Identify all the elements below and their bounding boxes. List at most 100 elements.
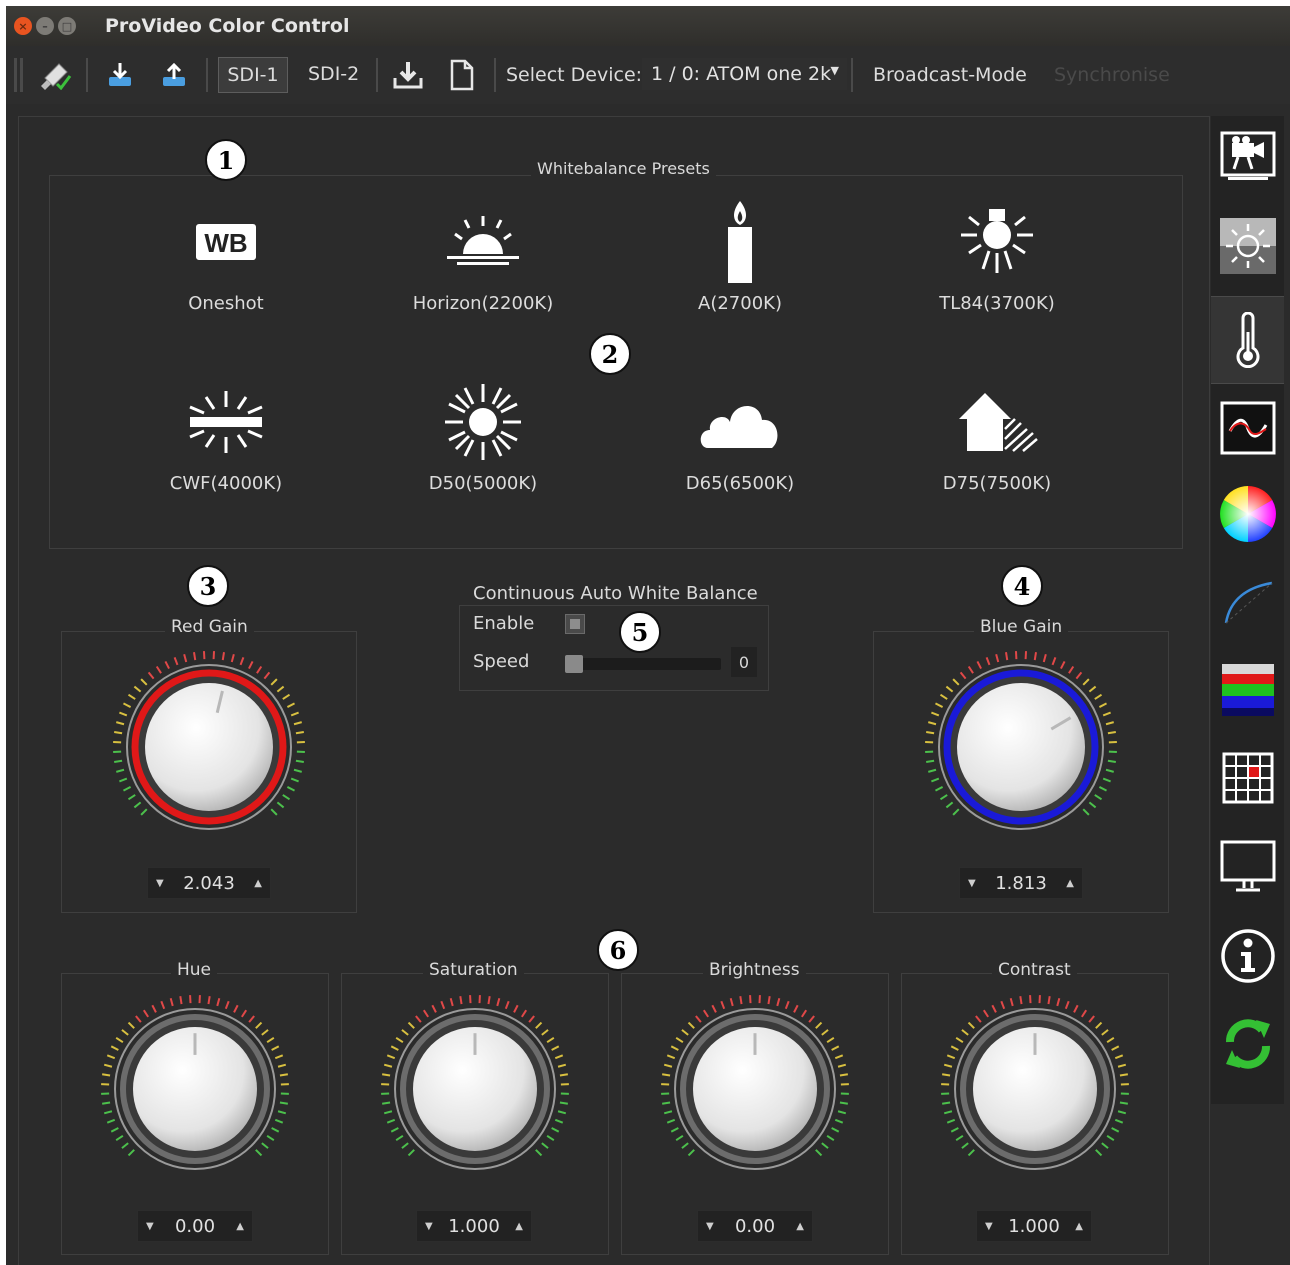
knob-tick (943, 1063, 953, 1068)
decrement-icon[interactable]: ▼ (985, 1221, 993, 1232)
increment-icon[interactable]: ▲ (254, 878, 262, 889)
toolbar-separator (206, 58, 208, 92)
preset-oneshot[interactable]: WB Oneshot (126, 197, 326, 314)
preset-label: D75(7500K) (942, 473, 1052, 494)
knob-body[interactable] (145, 683, 273, 811)
saturation-spinbox[interactable]: ▼ 1.000 ▲ (416, 1210, 532, 1242)
knob-tick (546, 1135, 555, 1142)
new-file-icon[interactable] (446, 58, 478, 92)
window-title: ProVideo Color Control (105, 15, 350, 37)
info-icon[interactable] (1211, 916, 1284, 996)
device-select[interactable]: 1 / 0: ATOM one 2k ▼ (642, 58, 847, 90)
grid-icon[interactable] (1211, 738, 1284, 818)
increment-icon[interactable]: ▲ (515, 1221, 523, 1232)
brightness-icon[interactable] (1211, 206, 1284, 286)
preset-horizon-2200k[interactable]: Horizon(2200K) (383, 197, 583, 314)
knob-tick (279, 1101, 288, 1105)
preset-d75-7500k[interactable]: D75(7500K) (897, 377, 1097, 494)
contrast-spinbox[interactable]: ▼ 1.000 ▲ (976, 1210, 1092, 1242)
knob-tick (133, 801, 142, 809)
decrement-icon[interactable]: ▼ (706, 1221, 714, 1232)
knob-tick (102, 1101, 111, 1105)
sdi-1-button[interactable]: SDI-1 (218, 57, 288, 93)
knob-tick (155, 665, 162, 674)
knob-tick (207, 996, 211, 1005)
hue-knob[interactable] (97, 991, 293, 1191)
knob-dial[interactable] (377, 991, 573, 1187)
sdi-2-button[interactable]: SDI-2 (308, 63, 359, 85)
preset-d50-5000k[interactable]: D50(5000K) (383, 377, 583, 494)
red-gain-value[interactable]: 2.043 (183, 873, 235, 894)
blue-gain-spinbox[interactable]: ▼ 1.813 ▲ (959, 867, 1083, 899)
increment-icon[interactable]: ▲ (236, 1221, 244, 1232)
increment-icon[interactable]: ▲ (1075, 1221, 1083, 1232)
enable-checkbox[interactable] (565, 614, 585, 634)
knob-tick (720, 1000, 726, 1010)
monitor-icon[interactable] (1211, 828, 1284, 908)
preset-d65-6500k[interactable]: D65(6500K) (640, 377, 840, 494)
knob-tick (541, 1142, 549, 1149)
refresh-icon[interactable] (1211, 1004, 1284, 1084)
contrast-value[interactable]: 1.000 (1008, 1216, 1060, 1237)
knob-tick (946, 1054, 956, 1060)
saturation-value[interactable]: 1.000 (448, 1216, 500, 1237)
speed-slider[interactable] (565, 655, 721, 673)
knob-dial[interactable] (657, 991, 853, 1187)
main-panel: Whitebalance Presets WB Oneshot Horizon(22… (18, 116, 1210, 1265)
thermometer-icon[interactable] (1211, 296, 1284, 384)
close-window-button[interactable]: × (14, 17, 32, 35)
speed-value[interactable]: 0 (731, 647, 757, 677)
knob-tick (1075, 671, 1083, 680)
decrement-icon[interactable]: ▼ (156, 878, 164, 889)
preset-a-2700k[interactable]: A(2700K) (640, 197, 840, 314)
toolbar-grip (14, 58, 17, 92)
contrast-knob[interactable] (937, 991, 1133, 1191)
red-gain-spinbox[interactable]: ▼ 2.043 ▲ (147, 867, 271, 899)
red-gain-knob[interactable] (109, 647, 309, 851)
saturation-knob[interactable] (377, 991, 573, 1191)
wipe-icon[interactable] (36, 58, 76, 92)
preset-label: A(2700K) (698, 293, 782, 314)
color-wheel-icon[interactable] (1211, 474, 1284, 554)
increment-icon[interactable]: ▲ (1066, 878, 1074, 889)
knob-tick (1064, 1000, 1070, 1010)
waveform-icon[interactable] (1211, 388, 1284, 468)
decrement-icon[interactable]: ▼ (146, 1221, 154, 1232)
knob-tick (1082, 808, 1090, 816)
blue-gain-value[interactable]: 1.813 (995, 873, 1047, 894)
knob-tick (140, 808, 148, 816)
hue-value[interactable]: 0.00 (175, 1216, 215, 1237)
color-bars-icon[interactable] (1211, 650, 1284, 730)
knob-body[interactable] (957, 683, 1085, 811)
knob-dial[interactable] (921, 647, 1121, 847)
broadcast-mode-button[interactable]: Broadcast-Mode (873, 64, 1027, 86)
blue-gain-knob[interactable] (921, 647, 1121, 851)
knob-tick (943, 1110, 953, 1115)
increment-icon[interactable]: ▲ (796, 1221, 804, 1232)
camera-icon[interactable] (1211, 116, 1284, 196)
preset-cwf-4000k[interactable]: CWF(4000K) (126, 377, 326, 494)
save-icon[interactable] (390, 58, 426, 92)
knob-dial[interactable] (937, 991, 1133, 1187)
knob-tick (1101, 1142, 1109, 1149)
brightness-knob[interactable] (657, 991, 853, 1191)
preset-tl84-3700k[interactable]: TL84(3700K) (897, 197, 1097, 314)
synchronise-button[interactable]: Synchronise (1054, 64, 1170, 86)
decrement-icon[interactable]: ▼ (968, 878, 976, 889)
download-blue-icon[interactable] (104, 58, 136, 92)
knob-tick (110, 1045, 119, 1051)
maximize-window-button[interactable]: □ (58, 17, 76, 35)
speed-slider-handle[interactable] (565, 655, 583, 673)
knob-dial[interactable] (109, 647, 309, 847)
brightness-spinbox[interactable]: ▼ 0.00 ▲ (697, 1210, 813, 1242)
knob-tick (173, 657, 179, 666)
knob-dial[interactable] (97, 991, 293, 1187)
knob-tick (386, 1054, 396, 1060)
hue-spinbox[interactable]: ▼ 0.00 ▲ (137, 1210, 253, 1242)
brightness-value[interactable]: 0.00 (735, 1216, 775, 1237)
decrement-icon[interactable]: ▼ (425, 1221, 433, 1232)
knob-tick (739, 996, 743, 1005)
curve-icon[interactable] (1211, 564, 1284, 644)
upload-blue-icon[interactable] (158, 58, 190, 92)
minimize-window-button[interactable]: – (36, 17, 54, 35)
